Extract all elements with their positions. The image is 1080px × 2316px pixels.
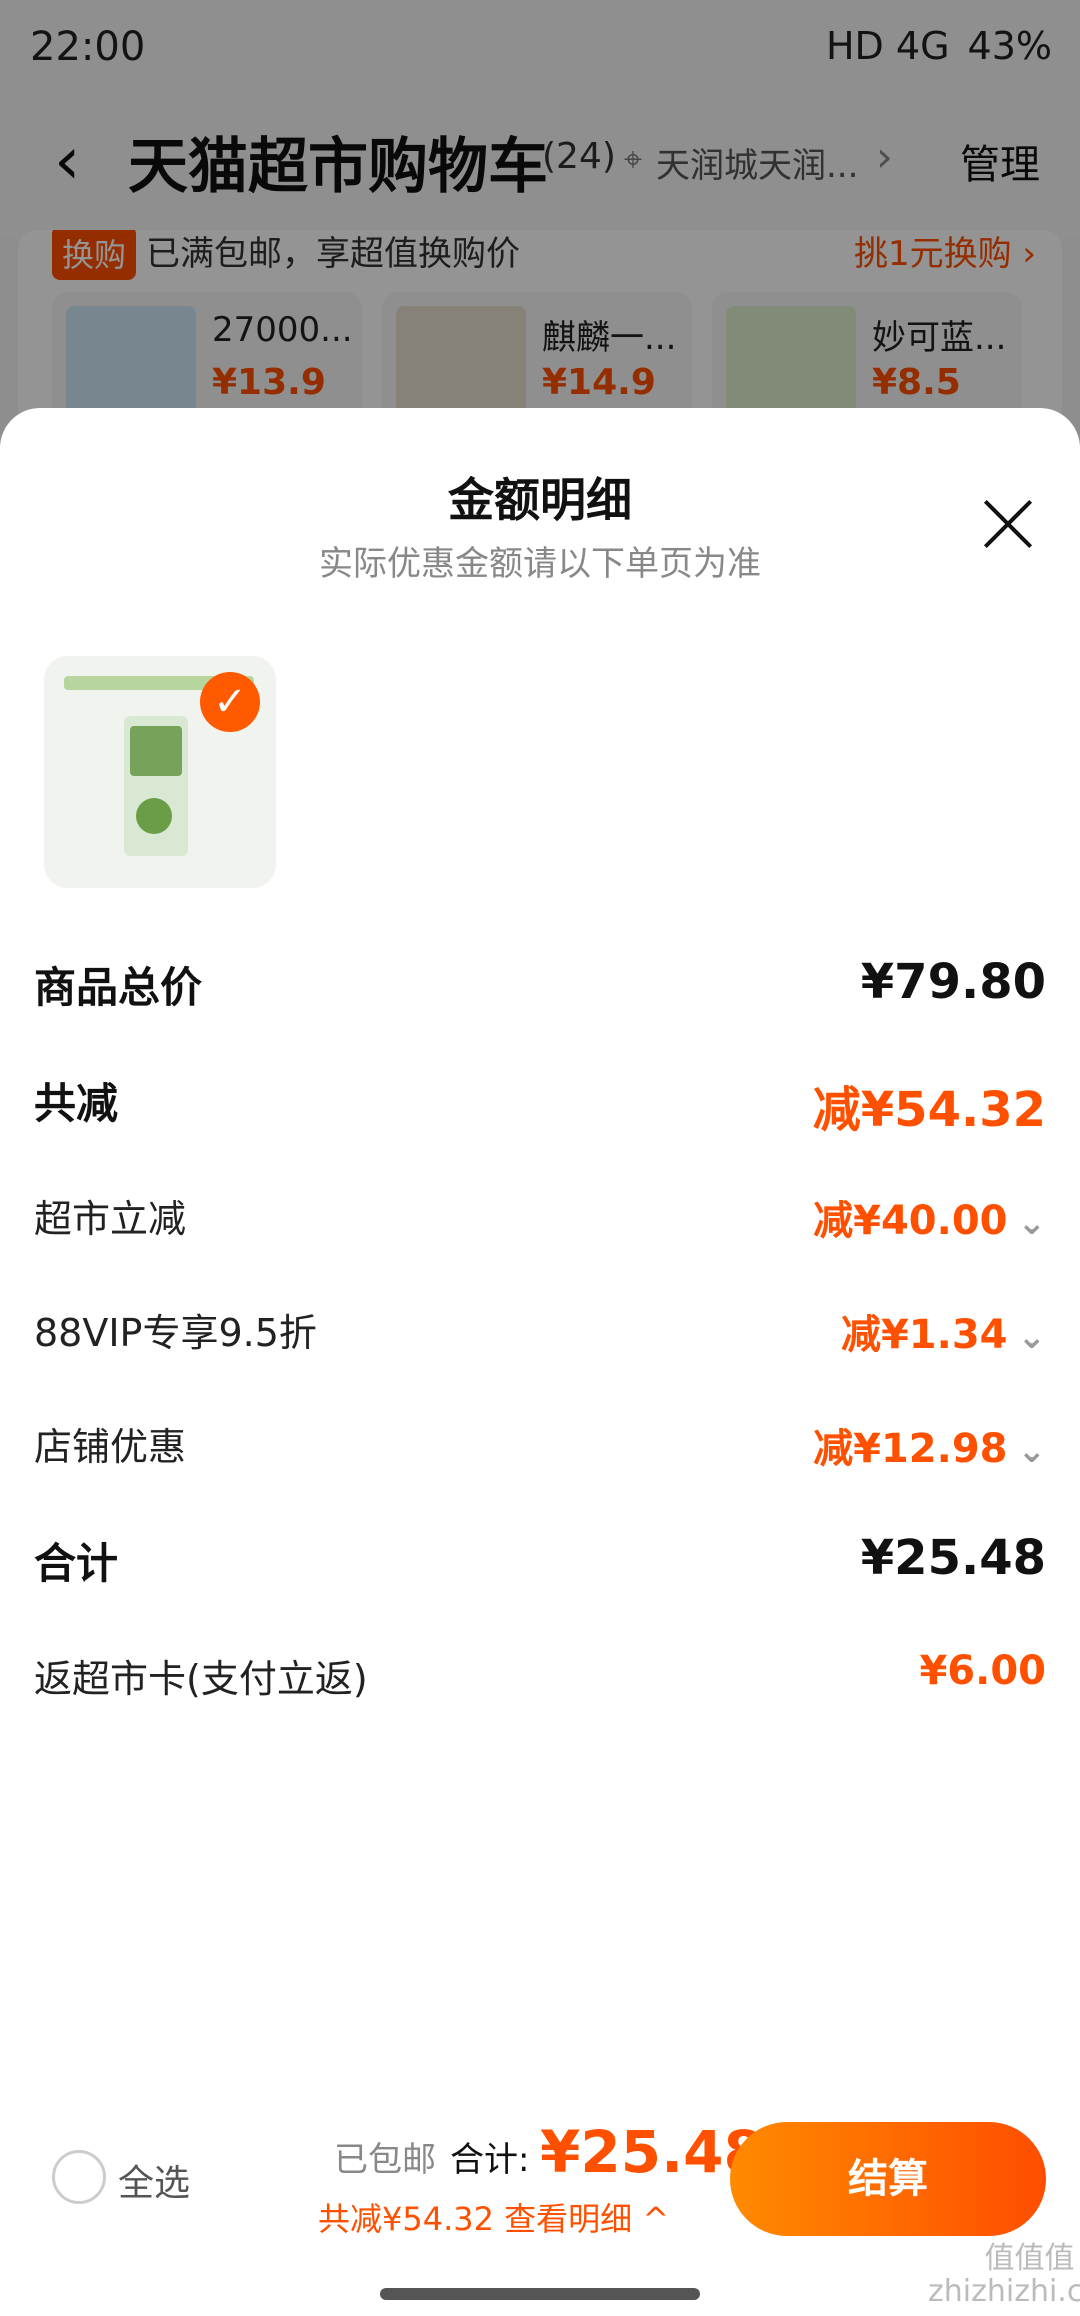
- row-store-discount[interactable]: 店铺优惠 减¥12.98 ⌄: [34, 1416, 1046, 1496]
- selected-check-icon[interactable]: ✓: [200, 672, 260, 732]
- sheet-subtitle: 实际优惠金额请以下单页为准: [319, 544, 761, 584]
- chevron-down-icon[interactable]: ⌄: [1018, 1203, 1047, 1243]
- row-subtotal: 合计 ¥25.48: [34, 1530, 1046, 1610]
- chevron-down-icon[interactable]: ⌄: [1018, 1317, 1047, 1357]
- watermark: 值值值 zhizhizhi.com: [928, 2242, 1080, 2308]
- sheet-title: 金额明细: [448, 473, 632, 527]
- home-indicator[interactable]: [380, 2288, 700, 2300]
- row-cashback: 返超市卡(支付立返) ¥6.00: [34, 1648, 1046, 1728]
- row-label: 商品总价: [34, 963, 203, 1012]
- row-value-text: 减¥12.98: [813, 1426, 1008, 1472]
- select-all-label[interactable]: 全选: [118, 2154, 190, 2206]
- row-value: ¥6.00: [919, 1648, 1046, 1694]
- watermark-line2: zhizhizhi.com: [928, 2274, 1080, 2309]
- row-value: ¥25.48: [860, 1530, 1046, 1586]
- view-detail-link[interactable]: 共减¥54.32 查看明细 ^: [318, 2194, 669, 2240]
- checkout-bar: 全选 已包邮 合计: ¥25.48 共减¥54.32 查看明细 ^ 结算: [0, 2096, 1080, 2266]
- row-value: 减¥40.00 ⌄: [813, 1188, 1046, 1246]
- row-market-discount[interactable]: 超市立减 减¥40.00 ⌄: [34, 1188, 1046, 1268]
- row-value: 减¥12.98 ⌄: [813, 1416, 1046, 1474]
- row-label: 88VIP专享9.5折: [34, 1311, 317, 1355]
- row-total-price: 商品总价 ¥79.80: [34, 954, 1046, 1034]
- row-label: 合计: [34, 1539, 119, 1588]
- free-shipping-label: 已包邮: [334, 2140, 436, 2180]
- row-total-discount: 共减 减¥54.32: [34, 1070, 1046, 1150]
- total-label: 合计:: [450, 2140, 530, 2180]
- row-value: ¥79.80: [860, 954, 1046, 1010]
- close-icon[interactable]: [980, 496, 1036, 552]
- row-vip-discount[interactable]: 88VIP专享9.5折 减¥1.34 ⌄: [34, 1302, 1046, 1382]
- amount-detail-sheet: 金额明细 实际优惠金额请以下单页为准 ✓ 商品总价 ¥79.80 共减 减¥54…: [0, 408, 1080, 2316]
- checkout-button[interactable]: 结算: [730, 2122, 1046, 2236]
- chevron-down-icon[interactable]: ⌄: [1018, 1431, 1047, 1471]
- row-label: 店铺优惠: [34, 1425, 187, 1469]
- row-value-text: 减¥40.00: [813, 1198, 1008, 1244]
- watermark-line1: 值值值: [984, 2241, 1075, 2276]
- row-value: 减¥54.32: [812, 1082, 1046, 1138]
- row-value: 减¥1.34 ⌄: [841, 1302, 1046, 1360]
- row-label: 超市立减: [34, 1197, 187, 1241]
- row-label: 返超市卡(支付立返): [34, 1657, 368, 1701]
- row-value-text: 减¥1.34: [840, 1312, 1008, 1358]
- row-label: 共减: [34, 1079, 119, 1128]
- select-all-radio[interactable]: [52, 2150, 106, 2204]
